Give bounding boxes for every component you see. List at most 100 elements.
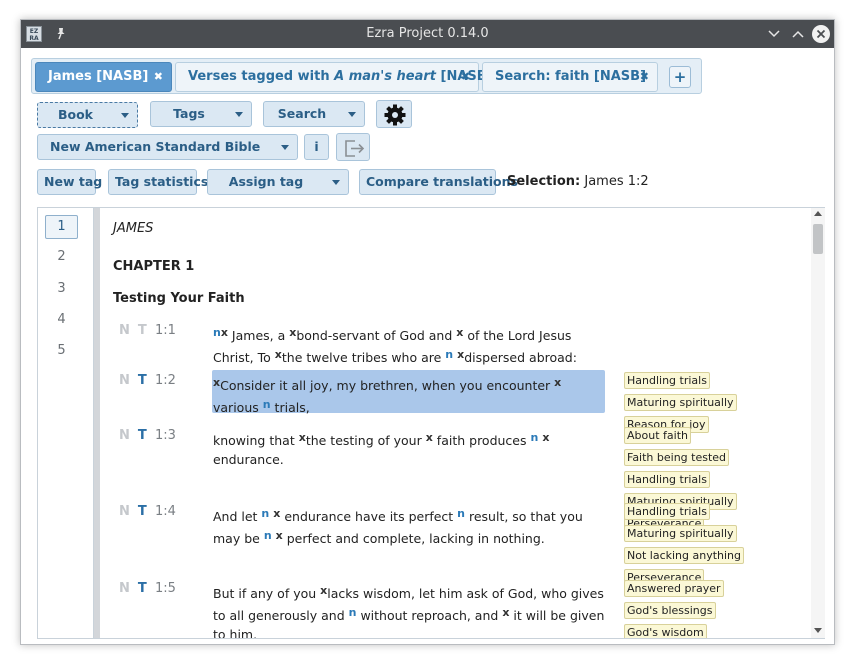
note-marker[interactable]: N (119, 373, 130, 388)
tab-label: James [NASB] (48, 69, 149, 84)
note-tag-markers: NT (119, 504, 147, 519)
tab-close-icon[interactable]: ✖ (640, 63, 649, 91)
app-window: EZ RA Ezra Project 0.14.0 James [NASB] ✖ … (20, 19, 835, 645)
export-icon (345, 140, 365, 157)
settings-button[interactable] (376, 100, 412, 128)
tag-badge[interactable]: Maturing spiritually (624, 394, 737, 411)
note-footnote-marker[interactable]: n (261, 507, 269, 520)
chapter-item-5[interactable]: 5 (45, 340, 78, 364)
note-footnote-marker[interactable]: n (530, 431, 538, 444)
verse-text-selected[interactable]: xConsider it all joy, my brethren, when … (212, 370, 605, 415)
note-marker[interactable]: N (119, 323, 130, 338)
scroll-thumb[interactable] (813, 224, 823, 254)
cross-reference-marker[interactable]: x (273, 507, 280, 520)
tag-badge[interactable]: Answered prayer (624, 580, 724, 597)
note-marker[interactable]: N (119, 581, 130, 596)
note-tag-markers: NT (119, 428, 147, 443)
verse-tags: Answered prayer God's blessings God's wi… (624, 578, 789, 638)
chapter-navigation: 1 2 3 4 5 (38, 208, 94, 638)
chevron-down-icon (281, 145, 289, 150)
cross-reference-marker[interactable]: x (299, 431, 306, 444)
cross-reference-marker[interactable]: x (456, 326, 463, 339)
verse-text[interactable]: And let n x endurance have its perfect n… (212, 501, 605, 551)
tag-badge[interactable]: Faith being tested (624, 449, 730, 466)
tab-close-icon[interactable]: ✖ (154, 63, 163, 91)
assign-tag-button[interactable]: Assign tag (207, 169, 349, 195)
cross-reference-marker[interactable]: x (275, 348, 282, 361)
tab-label: Search: faith [NASB] (495, 69, 647, 84)
tag-badge[interactable]: Maturing spiritually (624, 525, 737, 542)
tag-badge[interactable]: God's wisdom (624, 624, 707, 638)
selection-value: James 1:2 (584, 174, 649, 189)
minimize-icon[interactable] (765, 25, 783, 43)
tag-badge[interactable]: Handling trials (624, 503, 710, 520)
tab-bar: James [NASB] ✖ Verses tagged with A man'… (31, 58, 702, 94)
cross-reference-marker[interactable]: x (457, 348, 464, 361)
tag-marker[interactable]: T (138, 373, 147, 388)
close-icon[interactable] (812, 25, 830, 43)
tab-verses-tagged[interactable]: Verses tagged with A man's heart [NASB] … (175, 62, 493, 92)
note-footnote-marker[interactable]: n (264, 529, 272, 542)
scroll-up-icon[interactable] (814, 211, 822, 216)
cross-reference-marker[interactable]: x (426, 431, 433, 444)
verse-reference: 1:3 (155, 428, 176, 443)
chevron-down-icon (348, 112, 356, 117)
tag-badge[interactable]: Handling trials (624, 471, 710, 488)
cross-reference-marker[interactable]: x (276, 529, 283, 542)
reading-panel: 1 2 3 4 5 JAMES CHAPTER 1 Testing Your F… (37, 207, 825, 639)
cross-reference-marker[interactable]: x (320, 584, 327, 597)
maximize-icon[interactable] (789, 25, 807, 43)
tag-badge[interactable]: Not lacking anything (624, 547, 745, 564)
note-footnote-marker[interactable]: n (349, 606, 357, 619)
scroll-down-icon[interactable] (814, 628, 822, 633)
note-tag-markers: NT (119, 323, 147, 338)
verse-text[interactable]: But if any of you xlacks wisdom, let him… (212, 578, 605, 638)
cross-reference-marker[interactable]: x (289, 326, 296, 339)
tag-badge[interactable]: About faith (624, 427, 691, 444)
bible-text: JAMES CHAPTER 1 Testing Your Faith NT 1:… (100, 208, 810, 638)
compare-translations-button[interactable]: Compare translations (359, 169, 518, 195)
note-footnote-marker[interactable]: n (213, 326, 221, 339)
note-marker[interactable]: N (119, 428, 130, 443)
note-footnote-marker[interactable]: n (457, 507, 465, 520)
new-tag-button[interactable]: New tag (37, 169, 102, 195)
verse-reference: 1:2 (155, 373, 176, 388)
chapter-item-3[interactable]: 3 (45, 278, 78, 302)
cross-reference-marker[interactable]: x (221, 326, 228, 339)
tag-badge[interactable]: God's blessings (624, 602, 716, 619)
cross-reference-marker[interactable]: x (542, 431, 549, 444)
note-footnote-marker[interactable]: n (263, 398, 271, 411)
chevron-down-icon (121, 113, 129, 118)
gear-icon (384, 104, 406, 126)
note-tag-markers: NT (119, 581, 147, 596)
title-bar[interactable]: EZ RA Ezra Project 0.14.0 (21, 20, 834, 48)
tag-badge[interactable]: Handling trials (624, 372, 710, 389)
cross-reference-marker[interactable]: x (213, 376, 220, 389)
tab-james-nasb[interactable]: James [NASB] ✖ (35, 62, 172, 92)
info-button[interactable]: i (304, 134, 329, 160)
book-button[interactable]: Book (37, 102, 138, 128)
search-button[interactable]: Search (263, 101, 365, 127)
cross-reference-marker[interactable]: x (554, 376, 561, 389)
book-title: JAMES (113, 221, 154, 236)
note-footnote-marker[interactable]: n (445, 348, 453, 361)
tag-marker[interactable]: T (138, 428, 147, 443)
export-button[interactable] (336, 133, 370, 161)
note-marker[interactable]: N (119, 504, 130, 519)
chapter-item-4[interactable]: 4 (45, 309, 78, 333)
tag-marker[interactable]: T (138, 323, 147, 338)
cross-reference-marker[interactable]: x (502, 606, 509, 619)
tab-search-faith[interactable]: Search: faith [NASB] ✖ (482, 62, 658, 92)
add-tab-button[interactable]: + (669, 66, 691, 88)
vertical-scrollbar[interactable] (811, 208, 825, 638)
tags-button[interactable]: Tags (150, 101, 252, 127)
tag-statistics-button[interactable]: Tag statistics (108, 169, 208, 195)
verse-text[interactable]: knowing that xthe testing of your x fait… (212, 425, 605, 472)
translation-select[interactable]: New American Standard Bible (37, 134, 298, 160)
tag-marker[interactable]: T (138, 504, 147, 519)
chapter-item-2[interactable]: 2 (45, 246, 78, 270)
chapter-item-1[interactable]: 1 (45, 215, 78, 239)
tag-marker[interactable]: T (138, 581, 147, 596)
verse-tags: Handling trials Maturing spiritually Not… (624, 501, 789, 589)
tab-close-icon[interactable]: ✖ (461, 63, 470, 91)
